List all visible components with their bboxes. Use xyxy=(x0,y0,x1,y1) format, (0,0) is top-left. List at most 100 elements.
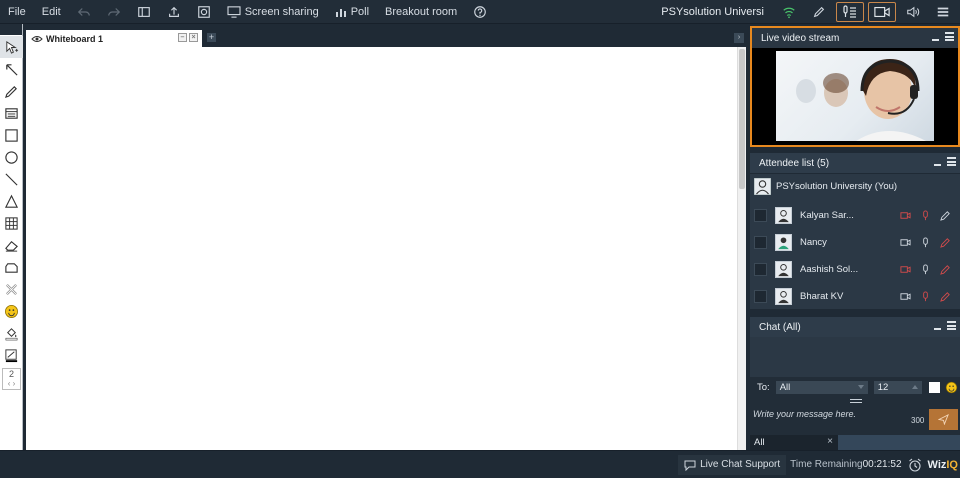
chat-messages xyxy=(750,337,960,377)
menu-file[interactable]: File xyxy=(0,0,34,24)
record-icon[interactable] xyxy=(193,2,215,22)
scrollbar-thumb[interactable] xyxy=(739,49,745,189)
tab-close-icon[interactable]: × xyxy=(189,33,198,42)
whiteboard-scrollbar[interactable] xyxy=(737,47,746,450)
attendee-checkbox[interactable] xyxy=(754,209,767,222)
attendee-row[interactable]: Bharat KV xyxy=(750,283,960,310)
screen-sharing-button[interactable]: Screen sharing xyxy=(219,0,327,24)
institution-name: PSYsolution Universi xyxy=(661,6,764,18)
pointer-arrow-icon[interactable] xyxy=(0,58,23,80)
attendee-checkbox[interactable] xyxy=(754,263,767,276)
text-color-picker[interactable] xyxy=(928,381,940,393)
close-icon[interactable]: × xyxy=(827,436,833,447)
camera-off-icon[interactable] xyxy=(900,264,911,275)
camera-icon[interactable] xyxy=(900,237,911,248)
time-remaining-value: 00:21:52 xyxy=(862,459,902,470)
table-tool-icon[interactable] xyxy=(0,212,23,234)
video-panel-title: Live video stream xyxy=(761,32,840,44)
attendee-row[interactable]: Kalyan Sar... xyxy=(750,202,960,229)
mic-icon[interactable] xyxy=(920,210,931,221)
attendee-row[interactable]: Nancy xyxy=(750,229,960,256)
owner-name: PSYsolution University (You) xyxy=(776,181,898,192)
panel-menu-icon[interactable] xyxy=(947,157,956,166)
mic-icon[interactable] xyxy=(920,237,931,248)
poll-label: Poll xyxy=(350,5,370,18)
pen-permission-off-icon[interactable] xyxy=(940,291,951,302)
eye-icon[interactable] xyxy=(31,35,43,43)
chat-tab-all[interactable]: All × xyxy=(750,435,838,450)
panel-menu-icon[interactable] xyxy=(945,32,954,41)
help-icon[interactable] xyxy=(469,2,491,22)
chat-controls: To: All 12 xyxy=(750,377,960,397)
attendee-checkbox[interactable] xyxy=(754,236,767,249)
fill-color-icon[interactable] xyxy=(0,322,23,344)
menu-edit[interactable]: Edit xyxy=(34,0,69,24)
pencil-tool-icon[interactable] xyxy=(0,80,23,102)
live-chat-support-button[interactable]: Live Chat Support xyxy=(678,454,787,475)
panel-menu-icon[interactable] xyxy=(947,321,956,330)
emoji-icon[interactable] xyxy=(945,381,958,394)
collapse-icon[interactable]: › xyxy=(734,33,744,43)
minimize-icon[interactable] xyxy=(934,164,941,166)
line-tool-icon[interactable] xyxy=(0,168,23,190)
attendee-list: PSYsolution University (You) Kalyan Sar.… xyxy=(750,174,960,309)
whiteboard-toolbar: 2 ‹ › xyxy=(0,24,23,454)
whiteboard-tab-strip: Whiteboard 1 – × + › xyxy=(26,30,746,47)
minimize-icon[interactable] xyxy=(934,328,941,330)
pen-permission-off-icon[interactable] xyxy=(940,237,951,248)
stroke-color-icon[interactable] xyxy=(0,344,23,366)
brand-wiz: Wiz xyxy=(927,458,947,471)
avatar xyxy=(775,234,792,251)
upload-icon[interactable] xyxy=(163,2,185,22)
select-move-tool-icon[interactable] xyxy=(0,36,23,58)
rectangle-tool-icon[interactable] xyxy=(0,124,23,146)
wiziq-logo: WizIQ xyxy=(928,459,958,471)
camera-off-icon[interactable] xyxy=(900,210,911,221)
chevron-up-icon xyxy=(911,384,918,389)
wifi-icon xyxy=(778,2,800,22)
redo-icon[interactable] xyxy=(103,2,125,22)
mic-icon[interactable] xyxy=(920,264,931,275)
camera-icon[interactable] xyxy=(868,2,896,22)
add-whiteboard-icon[interactable]: + xyxy=(207,33,216,42)
top-toolbar: File Edit Screen sharing Poll Breakout r… xyxy=(0,0,960,24)
to-label: To: xyxy=(757,381,770,393)
undo-icon[interactable] xyxy=(73,2,95,22)
send-button[interactable] xyxy=(929,409,958,430)
poll-button[interactable]: Poll xyxy=(327,0,377,24)
whiteboard-canvas[interactable] xyxy=(26,47,737,450)
font-size-select[interactable]: 12 xyxy=(873,380,922,394)
speaker-icon[interactable] xyxy=(902,2,924,22)
mic-icon[interactable] xyxy=(920,291,931,302)
pen-permission-icon[interactable] xyxy=(940,210,951,221)
font-size-value: 12 xyxy=(877,381,889,393)
camera-icon[interactable] xyxy=(900,291,911,302)
pen-permission-off-icon[interactable] xyxy=(940,264,951,275)
mic-list-icon[interactable] xyxy=(836,2,864,22)
circle-tool-icon[interactable] xyxy=(0,146,23,168)
resize-handle[interactable] xyxy=(750,397,960,405)
tab-minimize-icon[interactable]: – xyxy=(178,33,187,42)
attendee-row[interactable]: Aashish Sol... xyxy=(750,256,960,283)
layout-icon[interactable] xyxy=(133,2,155,22)
whiteboard-tab[interactable]: Whiteboard 1 – × xyxy=(26,30,202,47)
emoji-tool-icon[interactable] xyxy=(0,300,23,322)
recipient-select[interactable]: All xyxy=(775,380,868,394)
attendee-checkbox[interactable] xyxy=(754,290,767,303)
clear-tool-icon[interactable] xyxy=(0,278,23,300)
pen-icon[interactable] xyxy=(808,2,830,22)
page-arrows-icon[interactable]: ‹ › xyxy=(3,379,20,389)
attendee-name: Nancy xyxy=(800,237,827,248)
text-tool-icon[interactable] xyxy=(0,102,23,124)
alarm-clock-icon[interactable] xyxy=(908,458,922,472)
eraser-tool-icon[interactable] xyxy=(0,234,23,256)
minimize-icon[interactable] xyxy=(932,39,939,41)
message-input[interactable]: Write your message here. 300 xyxy=(750,405,960,435)
page-navigator[interactable]: 2 ‹ › xyxy=(2,368,21,390)
triangle-tool-icon[interactable] xyxy=(0,190,23,212)
status-bar: Live Chat Support Time Remaining00:21:52… xyxy=(0,450,960,477)
hamburger-icon[interactable] xyxy=(932,2,954,22)
screen-share-icon xyxy=(227,5,241,18)
bucket-tool-icon[interactable] xyxy=(0,256,23,278)
breakout-room-button[interactable]: Breakout room xyxy=(377,0,465,24)
